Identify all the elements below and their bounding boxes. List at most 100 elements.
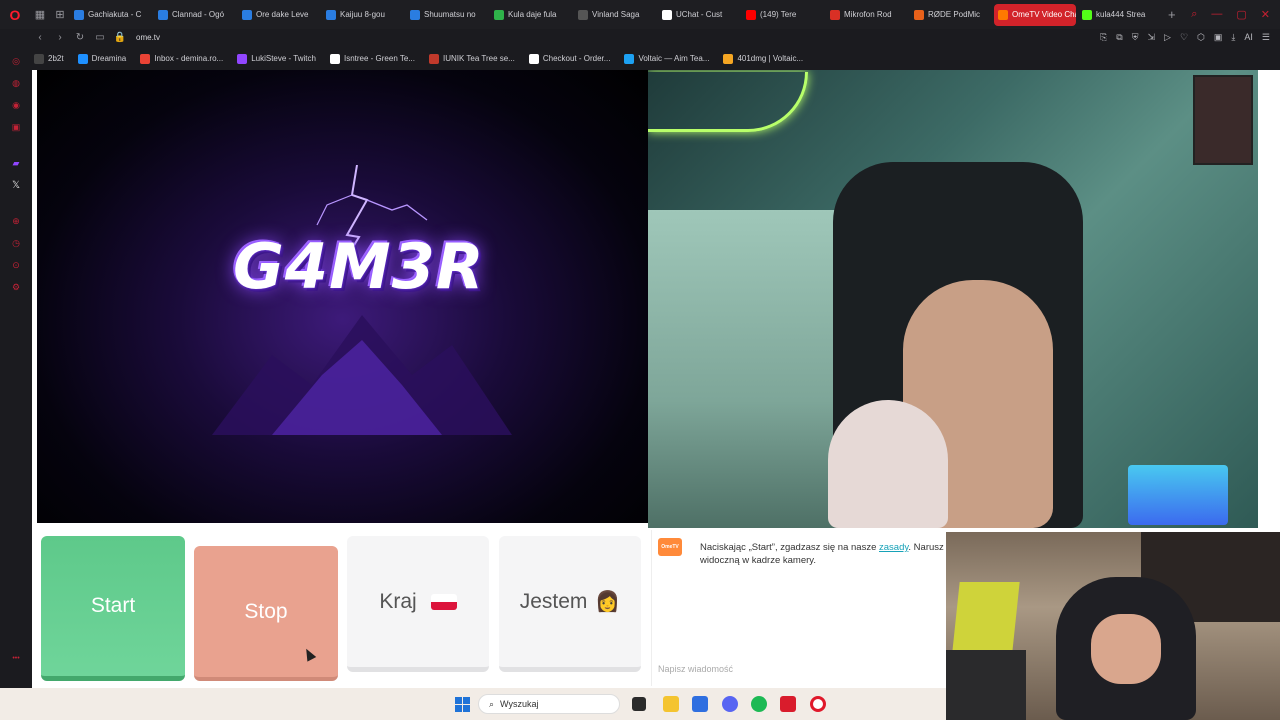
opera-taskbar-icon[interactable]: [810, 696, 826, 712]
bookmark-item[interactable]: Voltaic — Aim Tea...: [624, 53, 709, 64]
browser-tab[interactable]: Gachiakuta - C: [70, 4, 152, 26]
bookmark-label: 401dmg | Voltaic...: [737, 54, 804, 63]
browser-tab[interactable]: Clannad - Ogó: [154, 4, 236, 26]
windows-taskbar: ⌕ Wyszukaj: [0, 688, 946, 720]
settings-icon[interactable]: ⚙: [9, 280, 23, 294]
antivirus-icon[interactable]: [780, 696, 796, 712]
bookmark-item[interactable]: 2b2t: [34, 53, 64, 64]
country-button[interactable]: Kraj: [347, 536, 489, 672]
taskbar-search[interactable]: ⌕ Wyszukaj: [478, 694, 620, 714]
play-icon[interactable]: ▷: [1164, 32, 1171, 43]
aria-ai-icon[interactable]: AI: [1244, 32, 1253, 43]
reload-button[interactable]: ↻: [70, 32, 90, 43]
workspaces-icon[interactable]: ⊞: [50, 0, 70, 29]
browser-tab[interactable]: Ore dake Leve: [238, 4, 320, 26]
bookmarks-bar: 2b2t Dreamina Inbox - demina.ro... LukiStev…: [30, 49, 1280, 68]
browser-tab[interactable]: Shuumatsu no: [406, 4, 488, 26]
tab-label: OmeTV Video Chat -: [1012, 10, 1076, 19]
window-controls: ⌕ — ▢ ✕: [1191, 8, 1280, 21]
stop-label: Stop: [244, 599, 288, 623]
bookmark-item[interactable]: Checkout - Order...: [528, 53, 610, 64]
bookmark-icon[interactable]: ⎘: [1100, 32, 1107, 43]
rules-link[interactable]: zasady: [879, 542, 908, 553]
chat-system-message: Naciskając „Start”, zgadzasz się na nasz…: [700, 541, 948, 567]
lock-icon: 🔒: [113, 32, 127, 43]
bookmark-item[interactable]: IUNIK Tea Tree se...: [428, 53, 515, 64]
task-view-icon[interactable]: [632, 697, 646, 711]
history-icon[interactable]: ◷: [9, 236, 23, 250]
browser-tab[interactable]: Kula daje fula: [490, 4, 572, 26]
chat-msg-line2: widoczną w kadrze kamery.: [700, 555, 816, 566]
windows-start-icon[interactable]: [455, 697, 470, 712]
maximize-button[interactable]: ▢: [1236, 8, 1246, 21]
bookmark-label: 2b2t: [48, 54, 64, 63]
browser-tab[interactable]: Vinland Saga: [574, 4, 656, 26]
country-label: Kraj: [379, 589, 417, 613]
opera-logo-icon[interactable]: O: [0, 0, 30, 29]
browser-tab[interactable]: (149) Tere: [742, 4, 824, 26]
bookmark-label: LukiSteve - Twitch: [251, 54, 316, 63]
messenger-icon[interactable]: ◍: [9, 76, 23, 90]
tab-favicon-icon: [914, 9, 924, 20]
tab-label: Kula daje fula: [508, 10, 557, 19]
wallet-icon[interactable]: ▣: [1214, 32, 1223, 43]
camera-icon[interactable]: ▭: [90, 32, 110, 43]
monitor: [952, 582, 1020, 652]
shield-icon[interactable]: ⛨: [1132, 32, 1139, 43]
menu-icon[interactable]: ☰: [1262, 32, 1270, 43]
browser-tab[interactable]: kula444 Strea: [1078, 4, 1160, 26]
browser-tab[interactable]: RØDE PodMic: [910, 4, 992, 26]
bookmark-item[interactable]: LukiSteve - Twitch: [237, 53, 316, 64]
tab-favicon-icon: [326, 9, 336, 20]
tab-label: Ore dake Leve: [256, 10, 309, 19]
tab-label: Vinland Saga: [592, 10, 640, 19]
forward-button[interactable]: ›: [50, 32, 70, 43]
search-tabs-icon[interactable]: ⌕: [1191, 8, 1197, 21]
pinboard-icon[interactable]: ⊕: [9, 214, 23, 228]
sidebar-more-icon[interactable]: •••: [12, 655, 19, 662]
pip-icon[interactable]: ⇲: [1148, 32, 1156, 43]
bookmark-item[interactable]: Inbox - demina.ro...: [140, 53, 223, 64]
stranger-video-feed: [648, 70, 1258, 528]
twitch-icon[interactable]: ▰: [9, 156, 23, 170]
download-icon[interactable]: ⤓: [1231, 32, 1235, 43]
discord-icon[interactable]: [722, 696, 738, 712]
tab-sidebar-toggle-icon[interactable]: ▦: [30, 0, 50, 29]
speed-dial-icon[interactable]: ⊙: [9, 258, 23, 272]
youtube-music-icon[interactable]: ▣: [9, 120, 23, 134]
stop-button[interactable]: Stop: [194, 546, 338, 681]
whatsapp-icon[interactable]: ◉: [9, 98, 23, 112]
new-tab-button[interactable]: +: [1160, 7, 1184, 22]
heart-icon[interactable]: ♡: [1180, 32, 1188, 43]
close-button[interactable]: ✕: [1261, 8, 1270, 21]
aria-sidebar-icon[interactable]: ◎: [9, 54, 23, 68]
file-explorer-icon[interactable]: [663, 696, 679, 712]
bookmark-item[interactable]: Dreamina: [77, 53, 127, 64]
minimize-button[interactable]: —: [1211, 8, 1222, 21]
start-label: Start: [90, 594, 136, 617]
bookmark-item[interactable]: Isntree - Green Te...: [329, 53, 415, 64]
bookmark-label: Dreamina: [91, 54, 127, 63]
chat-message-input[interactable]: Napisz wiadomość: [658, 664, 938, 674]
back-button[interactable]: ‹: [30, 32, 50, 43]
url-field[interactable]: ome.tv: [136, 33, 160, 42]
spotify-icon[interactable]: [751, 696, 767, 712]
browser-tab[interactable]: OmeTV Video Chat -: [994, 3, 1076, 26]
neon-light: [648, 72, 808, 132]
store-icon[interactable]: [692, 696, 708, 712]
bookmark-item[interactable]: 401dmg | Voltaic...: [723, 53, 804, 64]
browser-tab[interactable]: Kaijuu 8-gou: [322, 4, 404, 26]
tab-favicon-icon: [662, 9, 672, 20]
x-icon[interactable]: 𝕏: [9, 178, 23, 192]
streamer-webcam-overlay: [946, 532, 1280, 720]
start-button[interactable]: Start: [41, 536, 185, 681]
extensions-icon[interactable]: ⬡: [1197, 32, 1205, 43]
bookmark-favicon-icon: [77, 53, 88, 64]
browser-tab[interactable]: Mikrofon Rod: [826, 4, 908, 26]
snapshot-icon[interactable]: ⧉: [1116, 32, 1122, 43]
gender-button[interactable]: Jestem 👩: [499, 536, 641, 672]
tab-label: Clannad - Ogó: [172, 10, 225, 19]
poland-flag-icon: [430, 593, 457, 610]
tab-favicon-icon: [74, 9, 84, 20]
browser-tab[interactable]: UChat - Cust: [658, 4, 740, 26]
